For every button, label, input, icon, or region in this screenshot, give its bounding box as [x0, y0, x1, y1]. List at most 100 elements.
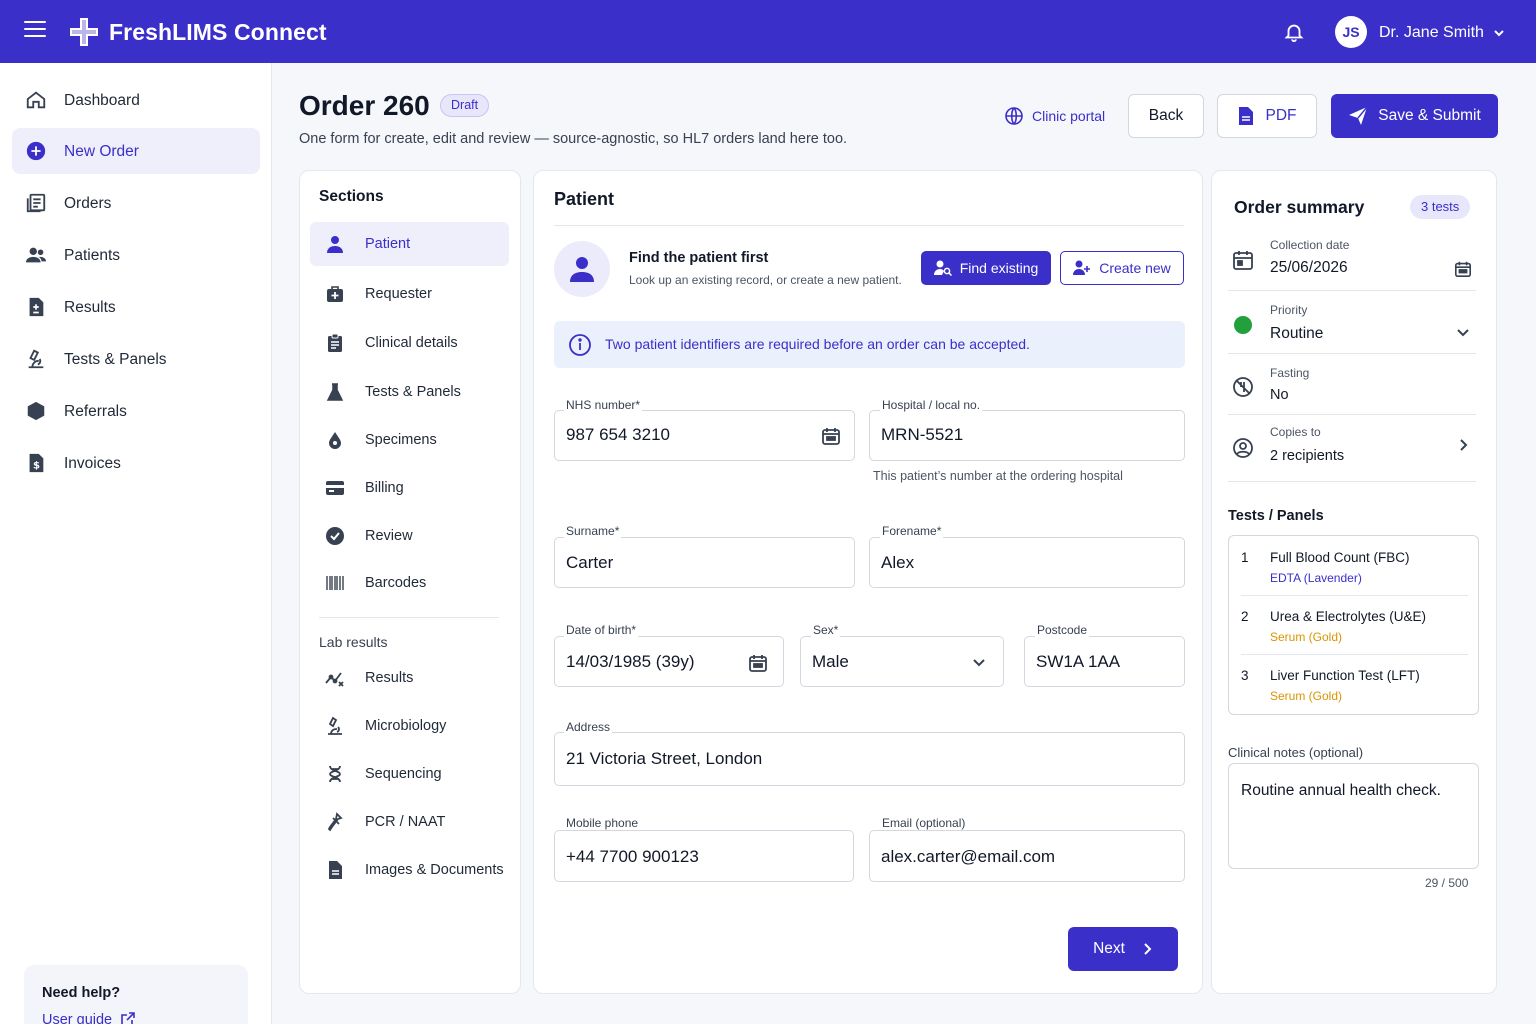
avatar[interactable]: JS [1335, 16, 1367, 48]
sex-select[interactable]: Male [800, 636, 1004, 687]
priority-select[interactable]: Priority Routine [1228, 298, 1476, 354]
sidebar-item-label: Orders [64, 195, 112, 212]
sidebar-item-results[interactable]: Results [12, 284, 260, 330]
sections-panel: Sections Patient Requester Clinical deta… [299, 170, 521, 994]
sidebar-item-dashboard[interactable]: Dashboard [12, 77, 260, 123]
invoice-icon: $ [29, 453, 44, 473]
character-count: 29 / 500 [1425, 876, 1469, 890]
user-guide-link[interactable]: User guide [42, 1012, 112, 1024]
nhs-number-field[interactable]: 987 654 3210 [554, 410, 855, 461]
section-specimens[interactable]: Specimens [310, 418, 509, 462]
section-clinical-details[interactable]: Clinical details [310, 321, 509, 365]
collection-date-label: Collection date [1270, 238, 1350, 252]
external-link-icon[interactable] [120, 1011, 136, 1024]
next-button[interactable]: Next [1068, 927, 1178, 971]
list-item[interactable]: 2 Urea & Electrolytes (U&E) Serum (Gold) [1229, 595, 1478, 654]
calendar-icon[interactable] [748, 653, 768, 673]
sidebar-item-invoices[interactable]: $ Invoices [12, 440, 260, 486]
sidebar-item-patients[interactable]: Patients [12, 232, 260, 278]
forename-label: Forename* [880, 524, 944, 538]
collection-date-value: 25/06/2026 [1270, 259, 1348, 276]
page-subtitle: One form for create, edit and review — s… [299, 131, 848, 147]
document-icon [1238, 107, 1253, 125]
section-images-documents[interactable]: Images & Documents [310, 848, 509, 892]
top-bar: FreshLIMS Connect JS Dr. Jane Smith [0, 0, 1536, 63]
info-banner: Two patient identifiers are required bef… [554, 321, 1185, 368]
section-tests-panels[interactable]: Tests & Panels [310, 370, 509, 414]
clinical-notes-value: Routine annual health check. [1241, 782, 1441, 799]
section-sequencing[interactable]: Sequencing [310, 752, 509, 796]
clinic-portal-label: Clinic portal [1032, 108, 1106, 124]
document-icon [329, 861, 342, 879]
calendar-icon[interactable] [821, 426, 841, 446]
section-patient[interactable]: Patient [310, 222, 509, 266]
collection-date-row[interactable]: Collection date 25/06/2026 [1228, 233, 1476, 289]
divider [1228, 481, 1476, 482]
sections-title: Sections [319, 188, 384, 205]
chevron-down-icon[interactable] [1492, 26, 1506, 40]
address-field[interactable]: 21 Victoria Street, London [554, 732, 1185, 786]
date-of-birth-field[interactable]: 14/03/1985 (39y) [554, 636, 784, 687]
section-lab-results[interactable]: Results [310, 656, 509, 700]
find-existing-label: Find existing [959, 260, 1039, 276]
section-pcr-naat[interactable]: PCR / NAAT [310, 800, 509, 844]
add-person-icon [1073, 260, 1091, 275]
sidebar-item-new-order[interactable]: New Order [12, 128, 260, 174]
chevron-down-icon [1457, 329, 1469, 337]
sidebar-item-orders[interactable]: Orders [12, 180, 260, 226]
surname-field[interactable]: Carter [554, 537, 855, 588]
find-existing-button[interactable]: Find existing [921, 251, 1051, 285]
copies-to-row[interactable]: Copies to 2 recipients [1228, 422, 1476, 480]
section-requester[interactable]: Requester [310, 272, 509, 316]
section-label: Sequencing [365, 766, 442, 782]
save-submit-button[interactable]: Save & Submit [1331, 94, 1498, 138]
page-title: Order 260 [299, 90, 430, 121]
help-box: Need help? User guide [24, 965, 248, 1024]
clinical-notes-textarea[interactable]: Routine annual health check. [1228, 763, 1479, 869]
pdf-button[interactable]: PDF [1217, 94, 1317, 138]
medical-bag-icon [327, 286, 343, 302]
patient-form: Patient Find the patient first Look up a… [533, 170, 1203, 994]
sidebar-item-referrals[interactable]: Referrals [12, 388, 260, 434]
next-label: Next [1093, 940, 1125, 957]
microscope-icon [28, 349, 44, 369]
postcode-field[interactable]: SW1A 1AA [1024, 636, 1185, 687]
hospital-number-label: Hospital / local no. [880, 398, 983, 412]
hospital-number-field[interactable]: MRN-5521 [869, 410, 1185, 461]
fasting-row[interactable]: Fasting No [1228, 361, 1476, 413]
back-button[interactable]: Back [1128, 94, 1204, 138]
info-text: Two patient identifiers are required bef… [605, 336, 1030, 352]
dna-icon [329, 765, 341, 783]
tube-type: Serum (Gold) [1270, 689, 1343, 703]
list-item[interactable]: 3 Liver Function Test (LFT) Serum (Gold) [1229, 654, 1478, 713]
no-food-icon [1233, 377, 1253, 397]
section-barcodes[interactable]: Barcodes [310, 561, 509, 605]
chevron-down-icon [973, 659, 985, 667]
menu-icon[interactable] [24, 21, 46, 41]
postcode-value: SW1A 1AA [1036, 652, 1121, 671]
create-new-button[interactable]: Create new [1060, 251, 1184, 285]
email-field[interactable]: alex.carter@email.com [869, 830, 1185, 882]
address-label: Address [564, 720, 613, 734]
mobile-phone-field[interactable]: +44 7700 900123 [554, 830, 854, 882]
calendar-icon[interactable] [1454, 260, 1472, 278]
flask-icon [326, 383, 344, 401]
user-name[interactable]: Dr. Jane Smith [1379, 24, 1484, 42]
section-billing[interactable]: Billing [310, 466, 509, 510]
sidebar-item-tests-panels[interactable]: Tests & Panels [12, 336, 260, 382]
hospital-number-hint: This patient’s number at the ordering ho… [873, 469, 1123, 483]
forename-field[interactable]: Alex [869, 537, 1185, 588]
divider [1228, 290, 1476, 291]
list-item[interactable]: 1 Full Blood Count (FBC) EDTA (Lavender) [1229, 536, 1478, 595]
email-value: alex.carter@email.com [881, 847, 1056, 866]
check-circle-icon [326, 527, 344, 545]
section-microbiology[interactable]: Microbiology [310, 704, 509, 748]
copies-to-label: Copies to [1270, 425, 1321, 439]
clipboard-icon [328, 333, 342, 352]
section-review[interactable]: Review [310, 514, 509, 558]
drop-icon [329, 432, 341, 449]
create-new-label: Create new [1099, 260, 1171, 276]
sidebar-item-label: New Order [64, 143, 139, 160]
clinic-portal-link[interactable]: Clinic portal [1004, 105, 1105, 127]
bell-icon[interactable] [1283, 20, 1305, 44]
